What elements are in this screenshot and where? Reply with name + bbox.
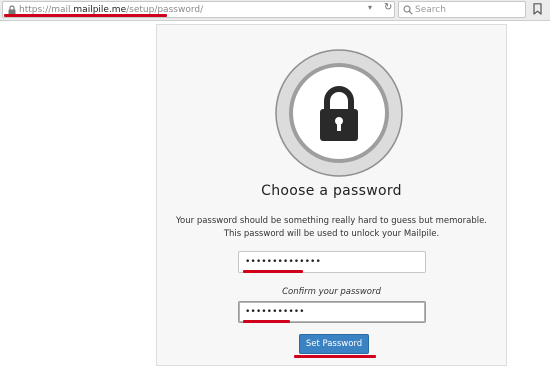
bookmark-icon[interactable]	[533, 3, 542, 15]
page-title: Choose a password	[261, 183, 402, 199]
search-bar[interactable]	[398, 1, 526, 18]
search-icon	[403, 5, 413, 15]
confirm-password-label: Confirm your password	[282, 287, 381, 297]
reload-icon[interactable]: ↻	[384, 2, 392, 13]
search-input[interactable]	[415, 3, 519, 16]
set-password-button[interactable]: Set Password	[299, 334, 369, 354]
description-line-1: Your password should be something really…	[175, 216, 488, 226]
password-highlight-underline	[243, 270, 303, 273]
url-highlight-underline	[4, 14, 167, 17]
password-setup-card: Choose a password Your password should b…	[156, 24, 507, 366]
padlock-icon	[275, 49, 403, 177]
url-dropdown-icon[interactable]: ▾	[368, 3, 372, 12]
confirm-highlight-underline	[243, 320, 290, 323]
browser-toolbar: https://mail.mailpile.me/setup/password/…	[0, 0, 550, 21]
button-highlight-underline	[294, 355, 376, 358]
description-line-2: This password will be used to unlock you…	[223, 229, 440, 239]
password-description: Your password should be something really…	[157, 215, 506, 241]
